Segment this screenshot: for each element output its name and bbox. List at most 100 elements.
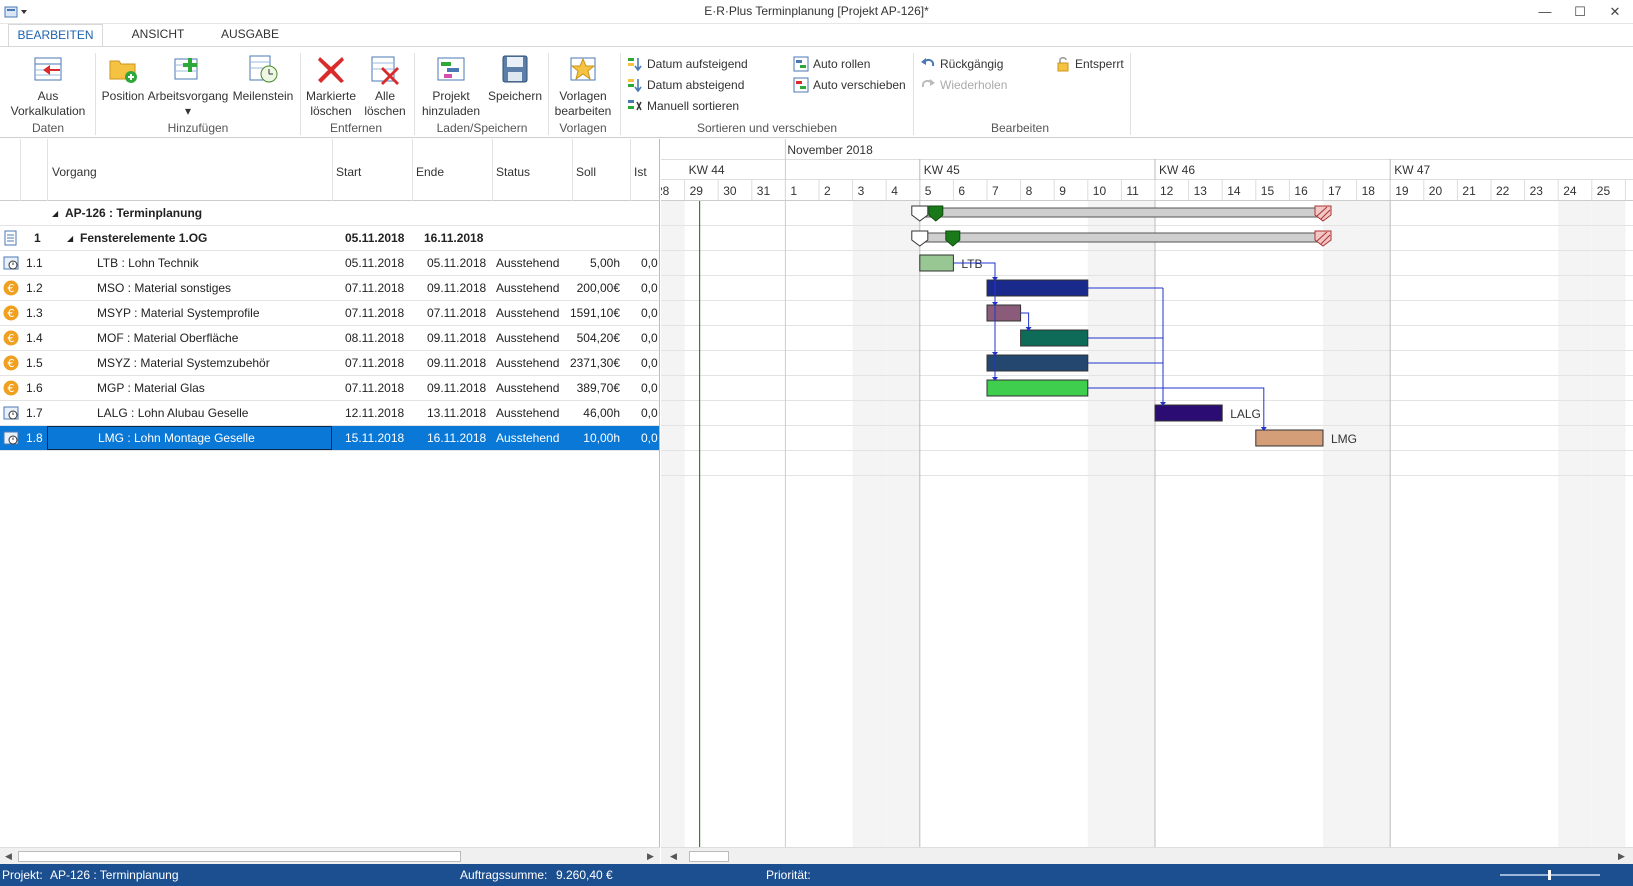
aus-vorkalkulation-button[interactable]: Aus Vorkalkulation <box>6 53 90 119</box>
expand-toggle-icon[interactable]: ◢ <box>52 209 58 218</box>
row-soll[interactable]: 389,70€ <box>568 381 620 395</box>
row-status[interactable]: Ausstehend <box>496 256 559 270</box>
row-ist[interactable]: 0,0 <box>641 356 658 370</box>
row-ende[interactable]: 05.11.2018 <box>427 256 486 270</box>
scroll-left-icon[interactable]: ◀ <box>2 850 15 863</box>
row-ende[interactable]: 09.11.2018 <box>427 381 486 395</box>
row-start[interactable]: 12.11.2018 <box>345 406 404 420</box>
header-ist[interactable]: Ist <box>634 165 647 179</box>
tab-ausgabe[interactable]: AUSGABE <box>210 24 290 46</box>
header-status[interactable]: Status <box>496 165 530 179</box>
row-label[interactable]: LALG : Lohn Alubau Geselle <box>97 406 248 420</box>
row-ist[interactable]: 0,0 <box>641 331 658 345</box>
zoom-knob[interactable] <box>1548 870 1551 880</box>
row-ist[interactable]: 0,0 <box>641 406 658 420</box>
row-ende[interactable]: 16.11.2018 <box>427 431 486 445</box>
row-soll[interactable]: 2371,30€ <box>568 356 620 370</box>
row-label[interactable]: LTB : Lohn Technik <box>97 256 199 270</box>
row-ist[interactable]: 0,0 <box>641 306 658 320</box>
wiederholen-button[interactable]: Wiederholen <box>920 76 1007 94</box>
row-label[interactable]: MGP : Material Glas <box>97 381 205 395</box>
table-row[interactable]: 1.1 LTB : Lohn Technik 05.11.2018 05.11.201… <box>0 251 659 276</box>
row-soll[interactable]: 5,00h <box>568 256 620 270</box>
row-status[interactable]: Ausstehend <box>496 381 559 395</box>
manuell-sortieren-button[interactable]: Manuell sortieren <box>627 97 739 115</box>
row-start[interactable]: 05.11.2018 <box>345 256 404 270</box>
header-vorgang[interactable]: Vorgang <box>52 165 97 179</box>
row-soll[interactable]: 1591,10€ <box>568 306 620 320</box>
position-button[interactable]: Position <box>100 53 146 104</box>
datum-aufsteigend-button[interactable]: Datum aufsteigend <box>627 55 748 73</box>
auto-rollen-button[interactable]: Auto rollen <box>793 55 870 73</box>
scroll-thumb[interactable] <box>18 851 461 862</box>
row-start[interactable]: 07.11.2018 <box>345 356 404 370</box>
row-ist[interactable]: 0,0 <box>641 381 658 395</box>
row-status[interactable]: Ausstehend <box>496 356 559 370</box>
row-soll[interactable]: 200,00€ <box>568 281 620 295</box>
row-ende[interactable]: 09.11.2018 <box>427 356 486 370</box>
row-ist[interactable]: 0,0 <box>641 281 658 295</box>
row-ende[interactable]: 09.11.2018 <box>427 281 486 295</box>
row-status[interactable]: Ausstehend <box>496 431 559 445</box>
table-row[interactable]: 1.8 LMG : Lohn Montage Geselle 15.11.2018 1… <box>0 426 659 451</box>
row-label[interactable]: MSO : Material sonstiges <box>97 281 231 295</box>
minimize-button[interactable]: — <box>1530 2 1560 22</box>
row-start[interactable]: 08.11.2018 <box>345 331 404 345</box>
datum-absteigend-button[interactable]: Datum absteigend <box>627 76 744 94</box>
row-soll[interactable]: 504,20€ <box>568 331 620 345</box>
row-start[interactable]: 07.11.2018 <box>345 306 404 320</box>
scroll-right-icon[interactable]: ▶ <box>644 850 657 863</box>
table-row[interactable]: €1.3 MSYP : Material Systemprofile 07.11.2… <box>0 301 659 326</box>
speichern-button[interactable]: Speichern <box>484 53 546 104</box>
gantt-horizontal-scrollbar[interactable]: ◀ ▶ <box>661 847 1633 864</box>
scroll-left-icon[interactable]: ◀ <box>667 850 680 863</box>
zoom-slider[interactable] <box>1500 870 1600 880</box>
row-label[interactable]: MSYP : Material Systemprofile <box>97 306 260 320</box>
grid-horizontal-scrollbar[interactable]: ◀ ▶ <box>0 847 660 864</box>
meilenstein-button[interactable]: Meilenstein <box>230 53 296 104</box>
row-label[interactable]: MSYZ : Material Systemzubehör <box>97 356 270 370</box>
group-row[interactable]: 1 ◢ Fensterelemente 1.OG 05.11.2018 16.1… <box>0 226 659 251</box>
row-start[interactable]: 07.11.2018 <box>345 381 404 395</box>
row-label[interactable]: LMG : Lohn Montage Geselle <box>47 426 332 450</box>
header-start[interactable]: Start <box>336 165 361 179</box>
tab-ansicht[interactable]: ANSICHT <box>118 24 198 46</box>
arbeitsvorgang-button[interactable]: Arbeitsvorgang ▾ <box>146 53 230 119</box>
row-status[interactable]: Ausstehend <box>496 281 559 295</box>
header-soll[interactable]: Soll <box>576 165 596 179</box>
table-row[interactable]: €1.5 MSYZ : Material Systemzubehör 07.11.2… <box>0 351 659 376</box>
alle-loeschen-button[interactable]: Alle löschen <box>360 53 410 119</box>
entsperrt-button[interactable]: Entsperrt <box>1055 55 1124 73</box>
row-soll[interactable]: 10,00h <box>568 431 620 445</box>
auto-verschieben-button[interactable]: Auto verschieben <box>793 76 906 94</box>
close-button[interactable]: ✕ <box>1600 2 1630 22</box>
tab-bearbeiten[interactable]: BEARBEITEN <box>8 24 103 46</box>
scroll-right-icon[interactable]: ▶ <box>1615 850 1628 863</box>
gantt-canvas[interactable]: November 2018KW 44KW 45KW 46KW 472829303… <box>661 139 1633 847</box>
row-ist[interactable]: 0,0 <box>641 256 658 270</box>
vorlagen-bearbeiten-button[interactable]: Vorlagen bearbeiten <box>552 53 614 119</box>
expand-toggle-icon[interactable]: ◢ <box>67 234 73 243</box>
table-row[interactable]: €1.6 MGP : Material Glas 07.11.2018 09.11.2… <box>0 376 659 401</box>
project-row[interactable]: ◢ AP-126 : Terminplanung <box>0 201 659 226</box>
row-status[interactable]: Ausstehend <box>496 331 559 345</box>
row-ist[interactable]: 0,0 <box>641 431 658 445</box>
row-status[interactable]: Ausstehend <box>496 306 559 320</box>
table-row[interactable]: €1.2 MSO : Material sonstiges 07.11.2018 09… <box>0 276 659 301</box>
row-label[interactable]: MOF : Material Oberfläche <box>97 331 238 345</box>
row-status[interactable]: Ausstehend <box>496 406 559 420</box>
row-soll[interactable]: 46,00h <box>568 406 620 420</box>
row-ende[interactable]: 13.11.2018 <box>427 406 486 420</box>
row-start[interactable]: 15.11.2018 <box>345 431 404 445</box>
projekt-hinzuladen-button[interactable]: Projekt hinzuladen <box>418 53 484 119</box>
row-start[interactable]: 07.11.2018 <box>345 281 404 295</box>
rueckgaengig-button[interactable]: Rückgängig <box>920 55 1003 73</box>
header-ende[interactable]: Ende <box>416 165 444 179</box>
table-row[interactable]: €1.4 MOF : Material Oberfläche 08.11.2018 0… <box>0 326 659 351</box>
maximize-button[interactable]: ☐ <box>1565 2 1595 22</box>
scroll-thumb[interactable] <box>689 851 729 862</box>
row-ende[interactable]: 09.11.2018 <box>427 331 486 345</box>
markierte-loeschen-button[interactable]: Markierte löschen <box>302 53 360 119</box>
table-row[interactable]: 1.7 LALG : Lohn Alubau Geselle 12.11.2018 1… <box>0 401 659 426</box>
row-ende[interactable]: 07.11.2018 <box>427 306 486 320</box>
